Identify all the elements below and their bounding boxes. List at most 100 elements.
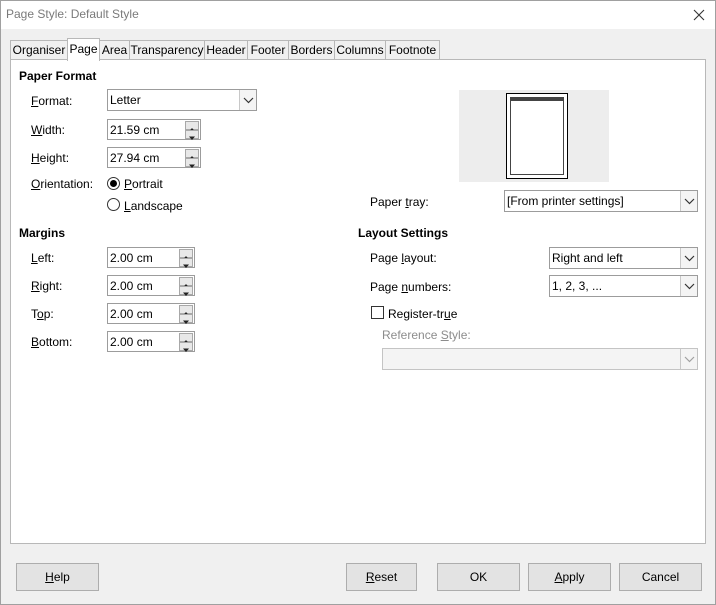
- page-style-dialog: Page Style: Default Style Organiser Page…: [0, 0, 716, 605]
- format-dropdown-button[interactable]: [239, 90, 256, 110]
- tab-label: Footnote: [388, 43, 437, 57]
- margin-right-spinbox[interactable]: 2.00 cm: [107, 275, 195, 296]
- help-button-key: H: [45, 570, 54, 584]
- margin-left-label-key: L: [31, 251, 38, 265]
- format-value: Letter: [110, 93, 141, 107]
- orientation-label: Orientation:: [31, 177, 93, 191]
- height-increment-button[interactable]: [185, 149, 199, 160]
- width-value: 21.59 cm: [110, 123, 160, 137]
- tab-footer[interactable]: Footer: [247, 40, 289, 60]
- page-layout-label: Page layout:: [370, 251, 437, 265]
- ok-button[interactable]: OK: [437, 563, 520, 591]
- reference-style-label-post: tyle:: [448, 328, 471, 342]
- tab-organiser[interactable]: Organiser: [10, 40, 68, 60]
- title-bar: Page Style: Default Style: [1, 1, 715, 29]
- page-numbers-select[interactable]: 1, 2, 3, ...: [549, 275, 698, 297]
- reset-button[interactable]: Reset: [346, 563, 417, 591]
- arrow-down-icon: [189, 164, 195, 168]
- landscape-label-key: L: [124, 199, 131, 213]
- paper-tray-label-pre: Paper: [370, 195, 406, 209]
- help-button[interactable]: Help: [16, 563, 99, 591]
- page-layout-label-pre: Page: [370, 251, 402, 265]
- margin-right-decrement-button[interactable]: [179, 286, 193, 296]
- margin-left-decrement-button[interactable]: [179, 258, 193, 268]
- width-label: Width:: [31, 123, 65, 137]
- portrait-label[interactable]: Portrait: [124, 177, 163, 191]
- portrait-radio[interactable]: [107, 177, 120, 190]
- margin-right-label-rest: ight:: [39, 279, 63, 293]
- margin-bottom-value: 2.00 cm: [110, 335, 153, 349]
- height-value: 27.94 cm: [110, 151, 160, 165]
- portrait-label-rest: ortrait: [132, 177, 163, 191]
- margin-left-label-rest: eft:: [37, 251, 55, 265]
- tab-columns[interactable]: Columns: [334, 40, 386, 60]
- register-true-checkbox[interactable]: [371, 306, 384, 319]
- paper-tray-dropdown-button[interactable]: [680, 191, 697, 211]
- margin-top-label-rest: p:: [43, 307, 54, 321]
- height-spinbox[interactable]: 27.94 cm: [107, 147, 201, 168]
- margin-right-increment-button[interactable]: [179, 277, 193, 288]
- page-layout-dropdown-button[interactable]: [680, 248, 697, 268]
- cancel-button[interactable]: Cancel: [619, 563, 702, 591]
- width-decrement-button[interactable]: [185, 130, 199, 140]
- chevron-down-icon: [684, 255, 695, 262]
- margin-right-value: 2.00 cm: [110, 279, 153, 293]
- chevron-down-icon: [684, 356, 695, 363]
- chevron-down-icon: [243, 97, 254, 104]
- arrow-down-icon: [183, 320, 189, 324]
- tab-footnote[interactable]: Footnote: [385, 40, 440, 60]
- format-select[interactable]: Letter: [107, 89, 257, 111]
- help-button-rest: elp: [53, 570, 70, 584]
- height-decrement-button[interactable]: [185, 158, 199, 168]
- register-true-label[interactable]: Register-true: [388, 307, 457, 321]
- chevron-down-icon: [684, 283, 695, 290]
- height-label: Height:: [31, 151, 69, 165]
- margin-bottom-spinbox[interactable]: 2.00 cm: [107, 331, 195, 352]
- tab-area[interactable]: Area: [99, 40, 130, 60]
- width-label-key: W: [31, 123, 43, 137]
- page-tab-panel: Paper Format Format: Letter Width: 21.59…: [10, 59, 706, 544]
- portrait-label-key: P: [124, 177, 133, 191]
- paper-format-heading: Paper Format: [19, 69, 97, 83]
- margin-left-spinbox[interactable]: 2.00 cm: [107, 247, 195, 268]
- tab-label: Header: [206, 43, 246, 57]
- reference-style-label-key: S: [440, 328, 449, 342]
- page-preview-sheet: [506, 93, 568, 179]
- landscape-radio[interactable]: [107, 198, 120, 211]
- tab-label: Area: [101, 43, 128, 57]
- margin-bottom-decrement-button[interactable]: [179, 342, 193, 352]
- margin-top-spinbox[interactable]: 2.00 cm: [107, 303, 195, 324]
- tab-label: Footer: [250, 43, 286, 57]
- width-spinbox[interactable]: 21.59 cm: [107, 119, 201, 140]
- margin-left-value: 2.00 cm: [110, 251, 153, 265]
- page-preview: [459, 90, 609, 182]
- register-true-label-key: u: [444, 307, 451, 321]
- landscape-label[interactable]: Landscape: [124, 199, 183, 213]
- margin-bottom-label: Bottom:: [31, 335, 72, 349]
- width-label-rest: idth:: [42, 123, 66, 137]
- page-numbers-dropdown-button[interactable]: [680, 276, 697, 296]
- apply-button-key: A: [554, 570, 563, 584]
- page-layout-select[interactable]: Right and left: [549, 247, 698, 269]
- page-layout-label-post: ayout:: [404, 251, 437, 265]
- margin-top-decrement-button[interactable]: [179, 314, 193, 324]
- window-title: Page Style: Default Style: [6, 7, 139, 21]
- reference-style-dropdown-button[interactable]: [680, 349, 697, 369]
- register-true-label-post: e: [450, 307, 458, 321]
- margin-bottom-increment-button[interactable]: [179, 333, 193, 344]
- reference-style-label-pre: Reference: [382, 328, 441, 342]
- paper-tray-select[interactable]: [From printer settings]: [504, 190, 698, 212]
- width-increment-button[interactable]: [185, 121, 199, 132]
- close-button[interactable]: [689, 5, 709, 25]
- tab-page[interactable]: Page: [67, 38, 100, 61]
- tab-borders[interactable]: Borders: [288, 40, 335, 60]
- margin-left-label: Left:: [31, 251, 54, 265]
- reference-style-select[interactable]: [382, 348, 698, 370]
- tab-transparency[interactable]: Transparency: [129, 40, 205, 60]
- tab-header[interactable]: Header: [204, 40, 248, 60]
- apply-button[interactable]: Apply: [528, 563, 611, 591]
- margin-right-label: Right:: [31, 279, 62, 293]
- margin-left-increment-button[interactable]: [179, 249, 193, 260]
- paper-tray-label: Paper tray:: [370, 195, 429, 209]
- margin-top-increment-button[interactable]: [179, 305, 193, 316]
